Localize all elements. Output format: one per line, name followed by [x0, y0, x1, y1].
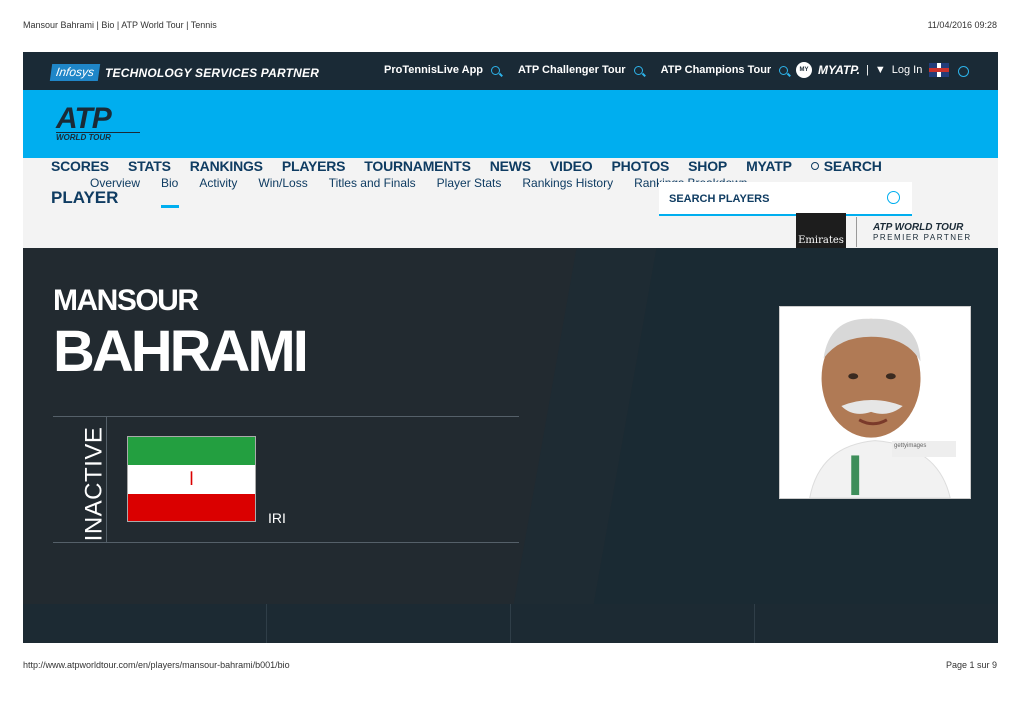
- login-label[interactable]: Log In: [892, 64, 923, 76]
- protennislive-label: ProTennisLive App: [384, 64, 484, 76]
- top-bar: Infosys TECHNOLOGY SERVICES PARTNER ProT…: [23, 52, 998, 90]
- section-title: PLAYER: [51, 188, 119, 207]
- tab-player-stats[interactable]: Player Stats: [437, 176, 502, 190]
- nav-myatp[interactable]: MYATP: [746, 158, 792, 174]
- champions-tour-link[interactable]: ATP Champions Tour: [661, 64, 789, 76]
- emirates-logo: Emirates: [796, 213, 846, 251]
- tab-bio[interactable]: Bio: [161, 176, 178, 190]
- stat-cell: [267, 604, 511, 643]
- print-header: Mansour Bahrami | Bio | ATP World Tour |…: [23, 20, 997, 34]
- search-icon[interactable]: [887, 191, 900, 204]
- atp-logo-text: ATP: [56, 102, 112, 135]
- iran-flag-icon: ا: [127, 436, 256, 522]
- search-players-input[interactable]: SEARCH PLAYERS: [659, 182, 912, 216]
- premier-partner[interactable]: Emirates ATP WORLD TOUR PREMIER PARTNER: [796, 213, 972, 251]
- nav-video[interactable]: VIDEO: [550, 158, 593, 174]
- stat-cell: [755, 604, 998, 643]
- player-hero: MANSOUR BAHRAMI INACTIVE ا IRI gettyimag…: [23, 248, 998, 604]
- print-title: Mansour Bahrami | Bio | ATP World Tour |…: [23, 20, 217, 30]
- print-url: http://www.atpworldtour.com/en/players/m…: [23, 660, 290, 670]
- champions-tour-label: ATP Champions Tour: [660, 64, 772, 76]
- stats-strip: [23, 604, 998, 643]
- divider: [53, 416, 519, 417]
- search-icon: [810, 162, 819, 170]
- nav-players[interactable]: PLAYERS: [282, 158, 346, 174]
- challenger-tour-label: ATP Challenger Tour: [518, 64, 626, 76]
- player-portrait-image: [780, 307, 970, 498]
- nav-stats[interactable]: STATS: [128, 158, 171, 174]
- myatp-login[interactable]: MY MYATP. | ▼ Log In: [796, 62, 922, 78]
- divider: |: [866, 64, 869, 76]
- webpage: Infosys TECHNOLOGY SERVICES PARTNER ProT…: [23, 52, 998, 643]
- nav-tournaments[interactable]: TOURNAMENTS: [364, 158, 471, 174]
- infosys-logo: Infosys: [49, 64, 101, 81]
- atp-logo-subtext: WORLD TOUR: [56, 132, 140, 142]
- premier-line2: PREMIER PARTNER: [873, 233, 972, 242]
- search-players-placeholder: SEARCH PLAYERS: [669, 193, 770, 205]
- stat-cell: [511, 604, 755, 643]
- getty-watermark: gettyimages: [892, 441, 956, 457]
- nav-photos[interactable]: PHOTOS: [612, 158, 670, 174]
- active-tab-indicator: [161, 205, 179, 208]
- divider: [53, 542, 519, 543]
- player-country: IRI: [268, 510, 286, 526]
- navigation: SCORES STATS RANKINGS PLAYERS TOURNAMENT…: [23, 158, 998, 251]
- nav-rankings[interactable]: RANKINGS: [190, 158, 263, 174]
- nav-shop[interactable]: SHOP: [688, 158, 727, 174]
- nav-search[interactable]: SEARCH: [810, 158, 882, 174]
- search-icon: [491, 65, 501, 75]
- user-icon: ▼: [874, 64, 886, 76]
- player-status: INACTIVE: [80, 426, 108, 542]
- stat-cell: [23, 604, 267, 643]
- print-footer: http://www.atpworldtour.com/en/players/m…: [23, 660, 997, 674]
- myatp-badge-icon: MY: [796, 62, 812, 78]
- print-page: Page 1 sur 9: [945, 660, 997, 670]
- main-nav: SCORES STATS RANKINGS PLAYERS TOURNAMENT…: [51, 158, 882, 174]
- atp-logo[interactable]: ATP WORLD TOUR: [56, 102, 140, 142]
- player-photo: gettyimages: [779, 306, 971, 499]
- nav-news[interactable]: NEWS: [490, 158, 531, 174]
- site-header: ATP WORLD TOUR: [23, 90, 998, 158]
- challenger-tour-link[interactable]: ATP Challenger Tour: [518, 64, 643, 76]
- tab-rankings-history[interactable]: Rankings History: [522, 176, 613, 190]
- premier-partner-text: ATP WORLD TOUR PREMIER PARTNER: [873, 222, 972, 242]
- top-links: ProTennisLive App ATP Challenger Tour AT…: [384, 64, 789, 76]
- sponsor-tagline: TECHNOLOGY SERVICES PARTNER: [105, 65, 320, 80]
- search-icon: [779, 65, 789, 75]
- print-datetime: 11/04/2016 09:28: [927, 20, 997, 30]
- player-last-name: BAHRAMI: [53, 319, 309, 384]
- nav-search-label: SEARCH: [823, 158, 882, 174]
- tab-titles-finals[interactable]: Titles and Finals: [329, 176, 416, 190]
- divider: [856, 217, 857, 247]
- player-subnav: Overview Bio Activity Win/Loss Titles an…: [90, 176, 747, 190]
- sponsor-banner[interactable]: Infosys TECHNOLOGY SERVICES PARTNER: [49, 64, 320, 81]
- tab-activity[interactable]: Activity: [199, 176, 237, 190]
- protennislive-link[interactable]: ProTennisLive App: [384, 64, 501, 76]
- premier-line1: ATP WORLD TOUR: [873, 222, 964, 233]
- myatp-label: MYATP.: [818, 63, 861, 77]
- search-icon: [633, 65, 643, 75]
- search-icon[interactable]: [958, 66, 969, 77]
- nav-scores[interactable]: SCORES: [51, 158, 109, 174]
- language-flag-icon[interactable]: [929, 63, 949, 77]
- player-first-name: MANSOUR: [53, 284, 199, 317]
- tab-win-loss[interactable]: Win/Loss: [258, 176, 307, 190]
